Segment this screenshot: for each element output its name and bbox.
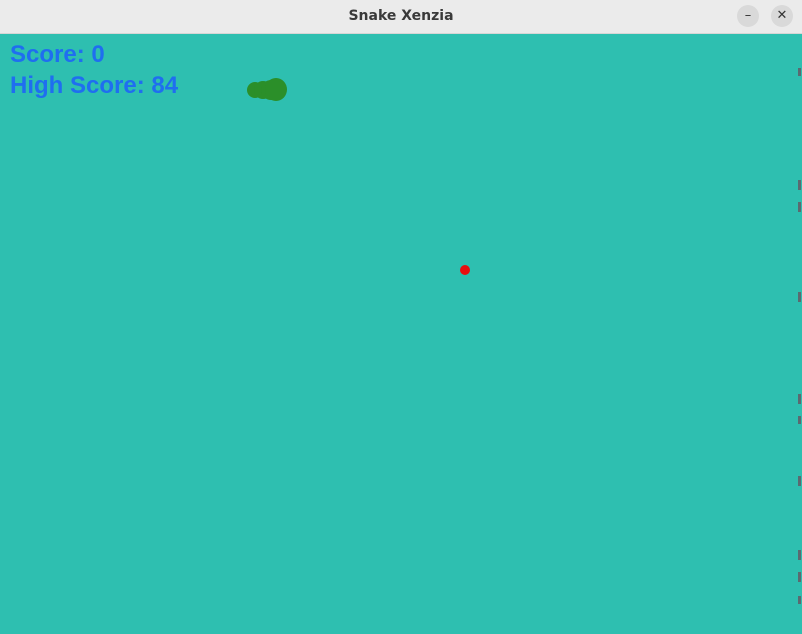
edge-fragment bbox=[798, 476, 801, 486]
high-score-label: High Score: 84 bbox=[10, 72, 179, 99]
minimize-button[interactable]: – bbox=[737, 5, 759, 27]
window-title: Snake Xenzia bbox=[348, 8, 454, 24]
minimize-icon: – bbox=[744, 8, 752, 23]
edge-fragment bbox=[798, 416, 801, 424]
edge-fragment bbox=[798, 292, 801, 302]
snake-head bbox=[265, 78, 287, 101]
close-icon: ✕ bbox=[776, 8, 788, 23]
edge-fragment bbox=[798, 68, 801, 76]
edge-fragment bbox=[798, 572, 801, 582]
close-button[interactable]: ✕ bbox=[771, 5, 793, 27]
edge-fragment bbox=[798, 202, 801, 212]
background-window-edge bbox=[798, 34, 802, 634]
game-canvas[interactable]: Score: 0 High Score: 84 bbox=[0, 34, 802, 634]
edge-fragment bbox=[798, 180, 801, 190]
edge-fragment bbox=[798, 394, 801, 404]
edge-fragment bbox=[798, 596, 801, 604]
game-window: Snake Xenzia – ✕ Score: 0 High Score: 84 bbox=[0, 0, 802, 634]
food-pellet bbox=[460, 265, 470, 275]
title-bar[interactable]: Snake Xenzia – ✕ bbox=[0, 0, 802, 34]
edge-fragment bbox=[798, 550, 801, 560]
score-label: Score: 0 bbox=[10, 41, 105, 68]
